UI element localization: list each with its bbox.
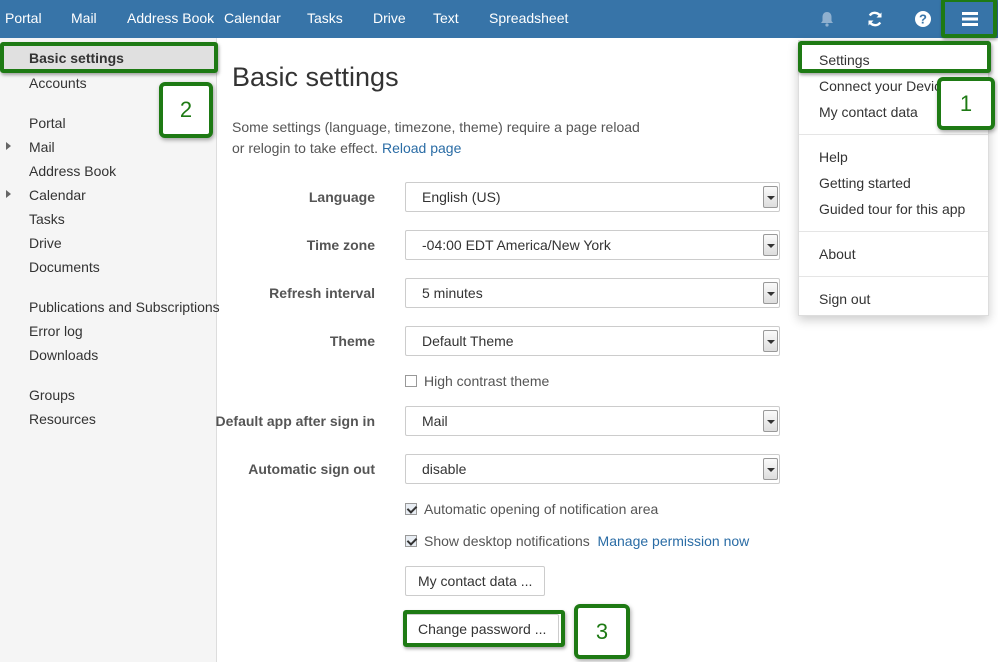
sidebar-item-accounts[interactable]: Accounts [29, 75, 87, 91]
sidebar-item-downloads[interactable]: Downloads [29, 347, 98, 363]
sidebar-item-mail[interactable]: Mail [29, 139, 55, 155]
default-app-label: Default app after sign in [215, 413, 375, 429]
menu-item-connect-device[interactable]: Connect your Device [819, 78, 949, 94]
svg-text:?: ? [919, 12, 927, 27]
my-contact-data-button[interactable]: My contact data ... [405, 566, 546, 596]
menu-item-contact-data[interactable]: My contact data [819, 104, 918, 120]
highlight-menu-button [941, 0, 997, 38]
chevron-down-icon [763, 234, 778, 256]
help-icon[interactable]: ? [913, 9, 933, 29]
chevron-down-icon [763, 186, 778, 208]
high-contrast-label: High contrast theme [424, 373, 550, 389]
auto-signout-select[interactable]: disable [405, 454, 780, 484]
menu-divider [799, 276, 988, 277]
nav-tasks[interactable]: Tasks [307, 0, 343, 38]
menu-divider [799, 134, 988, 135]
nav-spreadsheet[interactable]: Spreadsheet [489, 0, 568, 38]
high-contrast-checkbox-row[interactable]: High contrast theme [405, 373, 549, 389]
auto-open-notif-checkbox[interactable] [405, 503, 417, 515]
theme-label: Theme [329, 333, 375, 349]
top-navigation-bar: Portal Mail Address Book Calendar Tasks … [0, 0, 998, 38]
notice-line-1: Some settings (language, timezone, theme… [232, 119, 640, 135]
menu-item-sign-out[interactable]: Sign out [819, 291, 870, 307]
page-title: Basic settings [232, 62, 399, 92]
sidebar-item-address-book[interactable]: Address Book [29, 163, 116, 179]
reload-notice: Some settings (language, timezone, theme… [232, 117, 672, 159]
chevron-down-icon [763, 282, 778, 304]
refresh-interval-label: Refresh interval [269, 285, 375, 301]
nav-text[interactable]: Text [433, 0, 459, 38]
nav-address-book[interactable]: Address Book [127, 0, 214, 38]
chevron-down-icon [763, 410, 778, 432]
theme-value: Default Theme [422, 333, 514, 349]
timezone-label: Time zone [306, 237, 375, 253]
auto-open-notif-label: Automatic opening of notification area [424, 501, 659, 517]
step-badge-2: 2 [159, 82, 213, 138]
language-label: Language [308, 189, 375, 205]
auto-signout-value: disable [422, 461, 467, 477]
menu-item-about[interactable]: About [819, 246, 856, 262]
highlight-change-password [403, 610, 565, 647]
auto-signout-label: Automatic sign out [248, 461, 375, 477]
bell-icon[interactable] [817, 9, 837, 29]
nav-mail[interactable]: Mail [71, 0, 97, 38]
chevron-down-icon [763, 330, 778, 352]
timezone-select[interactable]: -04:00 EDT America/New York [405, 230, 780, 260]
sidebar-item-portal[interactable]: Portal [29, 115, 66, 131]
desktop-notif-label: Show desktop notifications [424, 533, 590, 549]
theme-select[interactable]: Default Theme [405, 326, 780, 356]
reload-page-link[interactable]: Reload page [382, 140, 461, 156]
highlight-basic-settings [0, 42, 218, 73]
chevron-down-icon [763, 458, 778, 480]
menu-item-guided-tour[interactable]: Guided tour for this app [819, 201, 965, 217]
timezone-value: -04:00 EDT America/New York [422, 237, 611, 253]
default-app-value: Mail [422, 413, 448, 429]
highlight-settings-item [798, 41, 991, 73]
notice-line-2: or relogin to take effect. [232, 140, 379, 156]
refresh-interval-select[interactable]: 5 minutes [405, 278, 780, 308]
nav-drive[interactable]: Drive [373, 0, 406, 38]
refresh-interval-value: 5 minutes [422, 285, 483, 301]
sidebar-item-tasks[interactable]: Tasks [29, 211, 65, 227]
menu-item-getting-started[interactable]: Getting started [819, 175, 911, 191]
sidebar-item-groups[interactable]: Groups [29, 387, 75, 403]
step-badge-1: 1 [937, 77, 995, 130]
menu-divider [799, 231, 988, 232]
manage-permission-link[interactable]: Manage permission now [598, 533, 750, 549]
sidebar-item-publications[interactable]: Publications and Subscriptions [29, 299, 220, 315]
language-value: English (US) [422, 189, 501, 205]
high-contrast-checkbox[interactable] [405, 375, 417, 387]
step-badge-3: 3 [574, 604, 630, 659]
desktop-notif-checkbox[interactable] [405, 535, 417, 547]
menu-item-help[interactable]: Help [819, 149, 848, 165]
refresh-icon[interactable] [865, 9, 885, 29]
desktop-notif-row[interactable]: Show desktop notifications Manage permis… [405, 533, 749, 549]
expand-caret-icon[interactable] [6, 142, 11, 150]
language-select[interactable]: English (US) [405, 182, 780, 212]
sidebar-item-documents[interactable]: Documents [29, 259, 100, 275]
auto-open-notif-row[interactable]: Automatic opening of notification area [405, 501, 658, 517]
nav-calendar[interactable]: Calendar [224, 0, 281, 38]
default-app-select[interactable]: Mail [405, 406, 780, 436]
nav-portal[interactable]: Portal [5, 0, 42, 38]
